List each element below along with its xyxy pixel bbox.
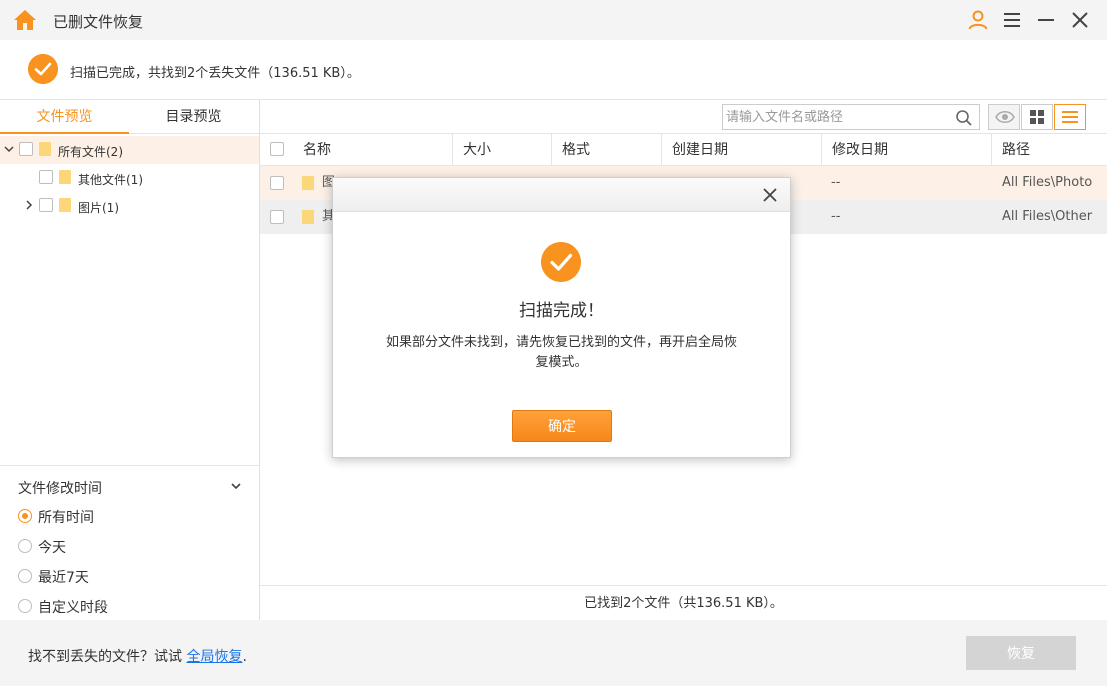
dialog-message: 如果部分文件未找到，请先恢复已找到的文件，再开启全局恢复模式。 [385, 335, 737, 370]
modal-overlay: 扫描完成！ 如果部分文件未找到，请先恢复已找到的文件，再开启全局恢复模式。 确定 [0, 0, 1107, 686]
check-circle-icon [541, 242, 581, 282]
confirm-button[interactable]: 确定 [512, 410, 612, 442]
dialog-header [333, 178, 790, 212]
close-icon[interactable] [761, 186, 779, 204]
scan-complete-dialog: 扫描完成！ 如果部分文件未找到，请先恢复已找到的文件，再开启全局恢复模式。 确定 [332, 177, 791, 458]
dialog-title: 扫描完成！ [519, 301, 604, 321]
